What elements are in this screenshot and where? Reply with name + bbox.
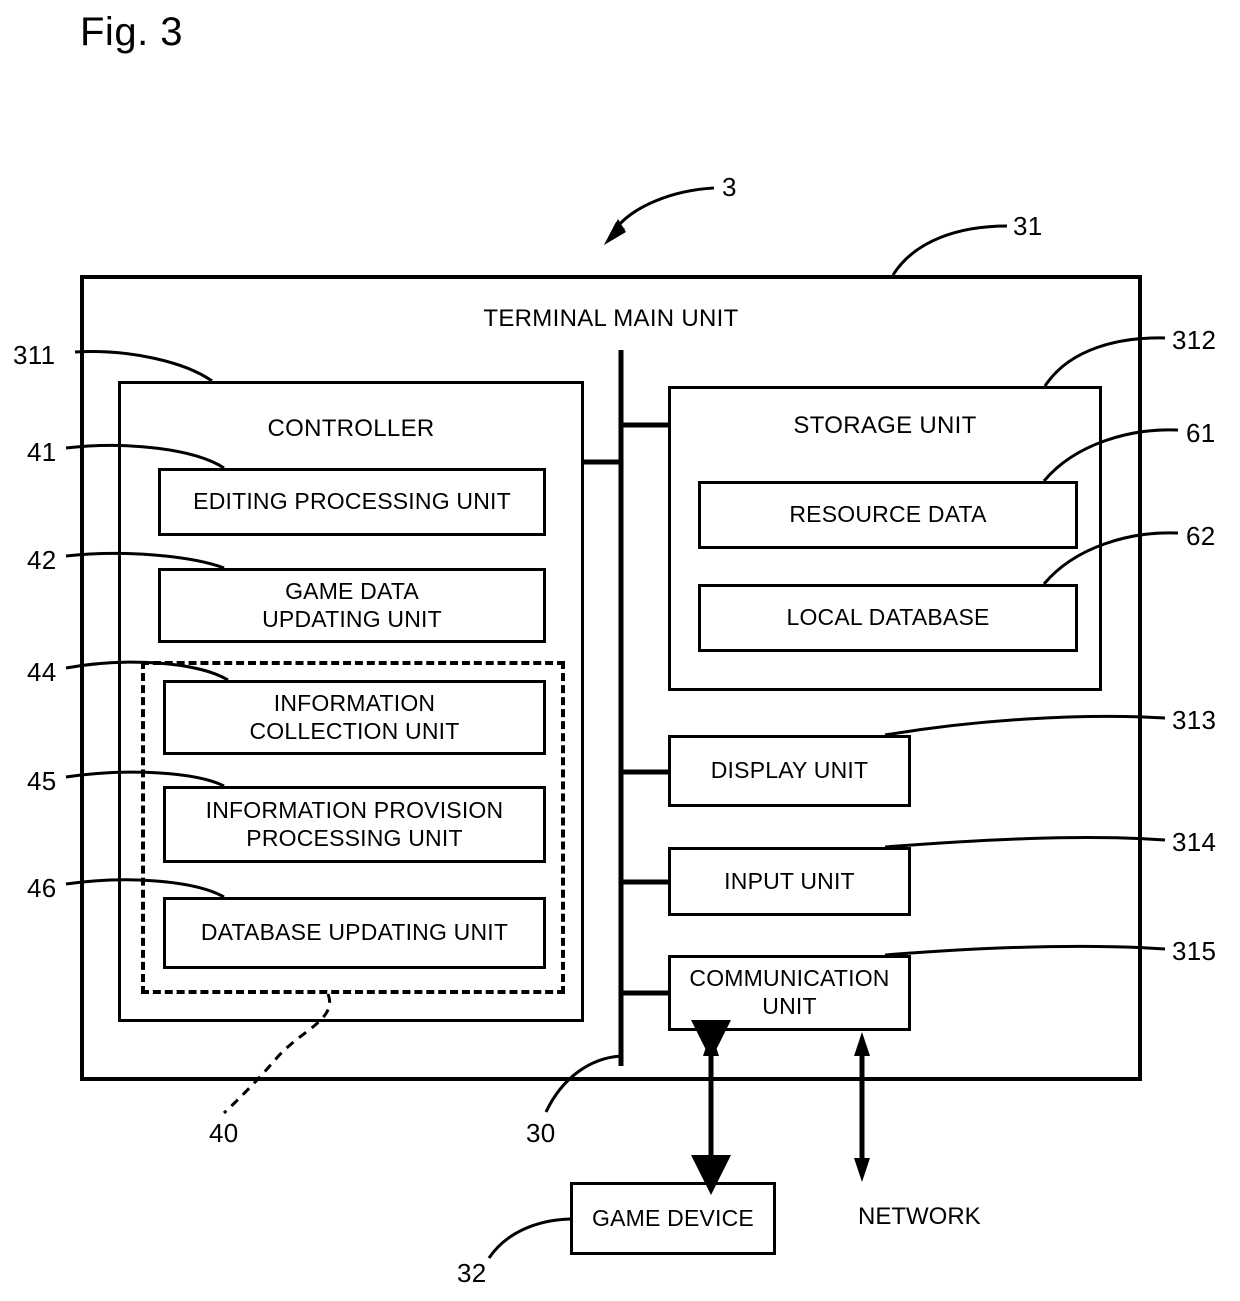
storage-unit-title: STORAGE UNIT	[793, 412, 977, 439]
ref-41: 41	[27, 437, 57, 467]
leader-31	[891, 224, 1008, 276]
controller-title: CONTROLLER	[267, 415, 435, 442]
ref-3: 3	[722, 172, 737, 202]
display-unit-box: DISPLAY UNIT	[668, 735, 911, 807]
ref-32: 32	[457, 1258, 487, 1288]
resource-data-box: RESOURCE DATA	[698, 481, 1078, 549]
ref-46: 46	[27, 873, 57, 903]
ref-315: 315	[1172, 936, 1217, 966]
ref-61: 61	[1186, 418, 1216, 448]
editing-processing-unit-box: EDITING PROCESSING UNIT	[158, 468, 546, 536]
ref-44: 44	[27, 657, 57, 687]
game-data-updating-unit-box: GAME DATA UPDATING UNIT	[158, 568, 546, 643]
leader-32	[487, 1217, 571, 1259]
ref-45: 45	[27, 766, 57, 796]
figure-caption: Fig. 3	[80, 10, 184, 54]
network-label: NETWORK	[858, 1203, 981, 1230]
ref-312: 312	[1172, 325, 1217, 355]
leader-3	[609, 186, 715, 236]
communication-unit-box: COMMUNICATION UNIT	[668, 955, 911, 1031]
ref-314: 314	[1172, 827, 1217, 857]
ref-31: 31	[1013, 211, 1043, 241]
information-collection-unit-box: INFORMATION COLLECTION UNIT	[163, 680, 546, 755]
figure-page: Fig. 3 TERMINAL MAIN UNIT CONTROLLER EDI…	[0, 0, 1240, 1301]
local-database-box: LOCAL DATABASE	[698, 584, 1078, 652]
database-updating-unit-box: DATABASE UPDATING UNIT	[163, 897, 546, 969]
input-unit-box: INPUT UNIT	[668, 847, 911, 916]
ref-42: 42	[27, 545, 57, 575]
ref-313: 313	[1172, 705, 1217, 735]
information-provision-processing-unit-box: INFORMATION PROVISION PROCESSING UNIT	[163, 786, 546, 863]
game-device-box: GAME DEVICE	[570, 1182, 776, 1255]
ref-62: 62	[1186, 521, 1216, 551]
ref-40: 40	[209, 1118, 239, 1148]
ref-311: 311	[13, 340, 56, 370]
ref-30: 30	[526, 1118, 556, 1148]
terminal-main-unit-title: TERMINAL MAIN UNIT	[483, 305, 739, 332]
